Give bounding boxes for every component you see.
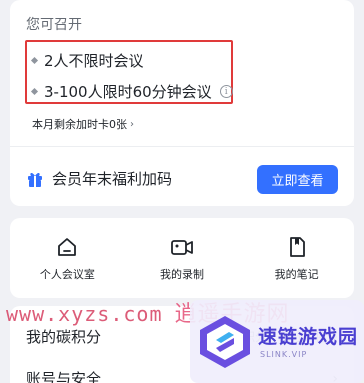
video-camera-icon xyxy=(171,240,193,255)
quick-action-label: 我的录制 xyxy=(159,268,204,281)
promo-text: 会员年末福利加码 xyxy=(52,170,173,188)
meeting-option-label: 3-100人限时60分钟会议 xyxy=(44,83,212,101)
quick-action-notes[interactable]: 我的笔记 xyxy=(247,236,347,282)
divider xyxy=(10,146,354,147)
bullet-icon xyxy=(30,87,39,96)
notes-icon xyxy=(289,237,305,257)
meeting-option-label: 2人不限时会议 xyxy=(44,52,144,70)
remaining-cards-text: 本月剩余加时卡0张 xyxy=(32,118,127,131)
quick-actions-card: 个人会议室 我的录制 我的笔记 xyxy=(10,218,354,298)
meeting-capacity-card: 您可召开 2人不限时会议 3-100人限时60分钟会议 i 本月剩余加时卡0张 … xyxy=(10,0,354,206)
settings-list-card: 我的碳积分 碳积分 · 积分即将 › 账号与安全 › xyxy=(10,306,354,383)
promo-banner: 会员年末福利加码 xyxy=(26,168,172,189)
view-now-button[interactable]: 立即查看 xyxy=(257,165,338,194)
quick-action-recordings[interactable]: 我的录制 xyxy=(132,236,232,282)
chevron-right-icon: › xyxy=(130,118,134,130)
meeting-option-limited: 3-100人限时60分钟会议 i xyxy=(30,81,233,102)
bullet-icon xyxy=(30,56,39,65)
carbon-points-label: 我的碳积分 xyxy=(26,328,102,346)
meeting-option-unlimited: 2人不限时会议 xyxy=(30,50,144,71)
gift-icon xyxy=(28,172,42,187)
chevron-right-icon: › xyxy=(332,328,338,345)
remaining-cards-link[interactable]: 本月剩余加时卡0张 › xyxy=(32,116,134,132)
account-security-label: 账号与安全 xyxy=(26,370,102,383)
quick-action-meeting-room[interactable]: 个人会议室 xyxy=(17,236,117,282)
carbon-points-row[interactable]: 我的碳积分 碳积分 · 积分即将 › xyxy=(26,326,338,347)
carbon-points-detail: 碳积分 · 积分即将 xyxy=(230,330,327,344)
quick-action-label: 我的笔记 xyxy=(274,268,319,281)
info-icon[interactable]: i xyxy=(219,85,233,98)
chevron-right-icon: › xyxy=(332,370,338,383)
account-security-row[interactable]: 账号与安全 › xyxy=(26,368,338,383)
quick-action-label: 个人会议室 xyxy=(39,268,95,281)
meeting-room-icon xyxy=(58,238,77,256)
section-label: 您可召开 xyxy=(26,17,82,33)
